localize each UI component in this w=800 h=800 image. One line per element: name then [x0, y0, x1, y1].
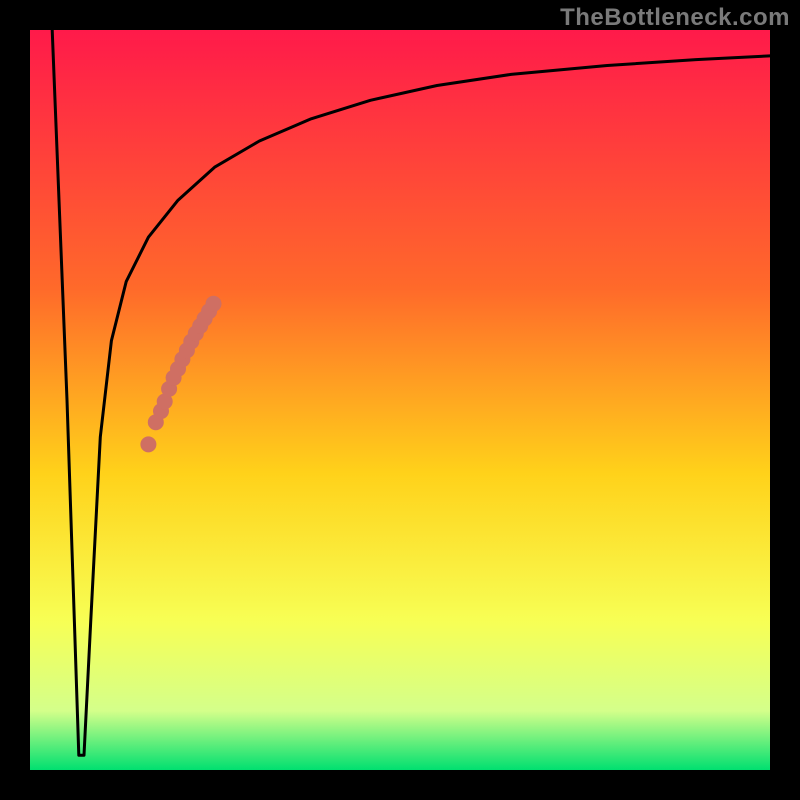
highlight-dot [140, 436, 156, 452]
bottleneck-chart [0, 0, 800, 800]
plot-area [30, 30, 770, 770]
watermark-text: TheBottleneck.com [560, 4, 790, 32]
highlight-dot [206, 296, 222, 312]
chart-stage: TheBottleneck.com [0, 0, 800, 800]
